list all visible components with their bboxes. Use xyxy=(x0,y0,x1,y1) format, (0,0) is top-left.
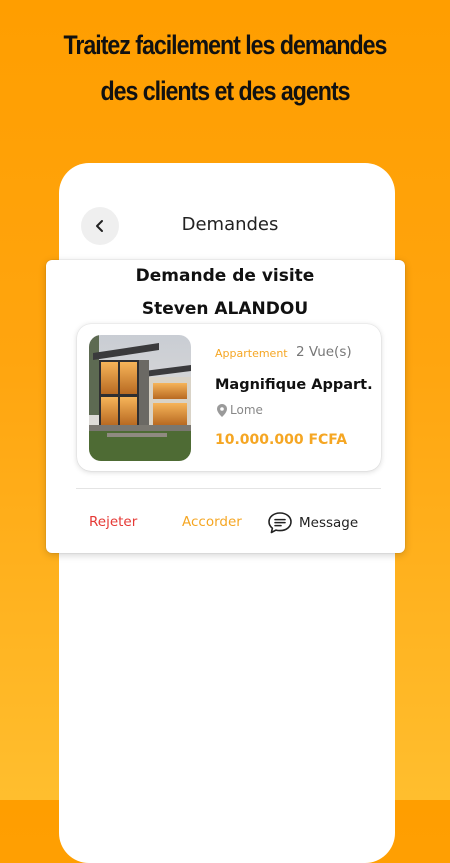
promo-line-1: Traitez facilement les demandes xyxy=(63,30,388,60)
promo-line-2: des clients et des agents xyxy=(100,76,350,106)
client-name: Steven ALANDOU xyxy=(141,299,309,319)
message-button-label: Message xyxy=(299,515,359,531)
promo-headline: Traitez facilement les demandes des clie… xyxy=(32,22,419,114)
property-price: 10.000.000 FCFA xyxy=(215,432,348,448)
location-pin-icon xyxy=(217,403,227,417)
property-image xyxy=(89,335,191,461)
property-location-label: Lome xyxy=(230,403,263,417)
chat-bubble-icon xyxy=(268,512,292,534)
divider xyxy=(76,488,381,489)
page-title: Demandes xyxy=(181,214,279,235)
property-category: Appartement xyxy=(215,347,288,360)
message-button[interactable]: Message xyxy=(267,511,358,535)
property-title: Magnifique Appart. xyxy=(215,377,373,393)
reject-button[interactable]: Rejeter xyxy=(89,514,137,530)
property-views: 2 Vue(s) xyxy=(296,344,352,360)
back-button[interactable] xyxy=(81,207,119,245)
accept-button[interactable]: Accorder xyxy=(182,514,242,530)
property-location: Lome xyxy=(217,403,263,417)
chevron-left-icon xyxy=(96,220,103,232)
request-type: Demande de visite xyxy=(135,266,315,286)
